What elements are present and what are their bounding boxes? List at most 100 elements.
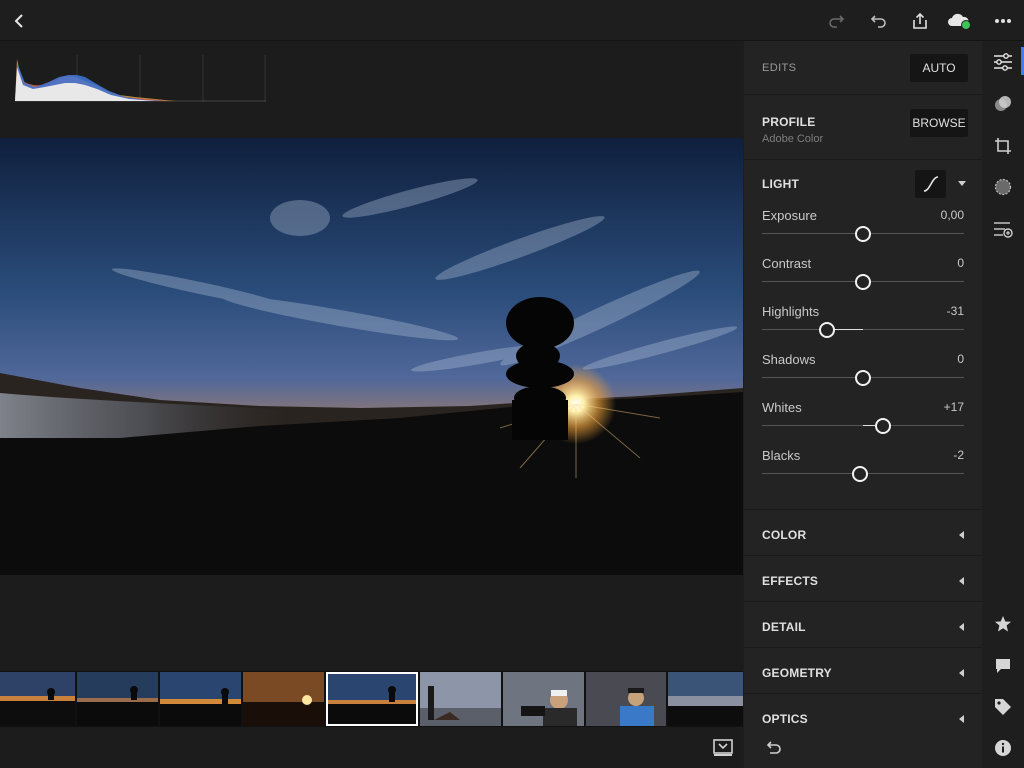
keywords-button[interactable] bbox=[993, 697, 1013, 717]
section-detail-title: DETAIL bbox=[762, 620, 806, 634]
section-detail[interactable]: DETAIL bbox=[744, 602, 982, 648]
section-effects[interactable]: EFFECTS bbox=[744, 556, 982, 602]
collapse-arrow-icon bbox=[959, 577, 964, 585]
more-button[interactable] bbox=[990, 8, 1016, 34]
collapse-arrow-icon bbox=[959, 531, 964, 539]
slider-value: +17 bbox=[943, 400, 964, 414]
slider-knob[interactable] bbox=[819, 322, 835, 338]
thumbnail-selected[interactable] bbox=[326, 672, 418, 726]
thumbnail[interactable] bbox=[586, 672, 666, 726]
slider-value: -2 bbox=[953, 448, 964, 462]
slider-label: Whites bbox=[762, 400, 802, 415]
slider-knob[interactable] bbox=[855, 226, 871, 242]
reset-icon[interactable] bbox=[764, 741, 782, 755]
slider-value: 0 bbox=[957, 352, 964, 366]
undo-icon bbox=[870, 15, 886, 28]
rating-button[interactable] bbox=[993, 614, 1013, 634]
collapse-arrow-icon bbox=[959, 715, 964, 723]
slider-value: 0,00 bbox=[940, 208, 964, 222]
slider-track[interactable] bbox=[762, 329, 964, 330]
cloud-sync-icon bbox=[948, 13, 971, 30]
redo-button[interactable] bbox=[824, 8, 850, 34]
slider-shadows[interactable]: Shadows 0 bbox=[762, 352, 964, 386]
thumbnail[interactable] bbox=[77, 672, 158, 726]
cloud-sync-button[interactable] bbox=[946, 8, 972, 34]
light-expand-icon[interactable] bbox=[958, 181, 966, 186]
thumbnail[interactable] bbox=[503, 672, 584, 726]
profile-value: Adobe Color bbox=[762, 133, 824, 145]
slider-value: -31 bbox=[946, 304, 964, 318]
profile-row[interactable]: PROFILE Adobe Color BROWSE bbox=[744, 95, 982, 160]
comments-button[interactable] bbox=[993, 656, 1013, 676]
info-icon bbox=[995, 740, 1011, 756]
slider-knob[interactable] bbox=[852, 466, 868, 482]
redo-icon bbox=[829, 15, 845, 28]
healing-icon bbox=[994, 222, 1013, 238]
slider-label: Exposure bbox=[762, 208, 817, 223]
edit-tool-button[interactable] bbox=[993, 52, 1013, 72]
tone-curve-button[interactable] bbox=[915, 170, 946, 198]
histogram bbox=[15, 55, 266, 102]
top-toolbar bbox=[0, 0, 1024, 41]
back-button[interactable] bbox=[6, 8, 32, 34]
browse-button[interactable]: BROWSE bbox=[910, 109, 968, 137]
work-area bbox=[0, 41, 743, 768]
thumbnail[interactable] bbox=[420, 672, 501, 726]
share-icon bbox=[913, 12, 927, 29]
thumbnail[interactable] bbox=[160, 672, 241, 726]
auto-button[interactable]: AUTO bbox=[910, 54, 968, 82]
edits-label: EDITS bbox=[762, 62, 797, 74]
thumbnail[interactable] bbox=[0, 672, 75, 726]
slider-label: Blacks bbox=[762, 448, 801, 463]
slider-blacks[interactable]: Blacks -2 bbox=[762, 448, 964, 482]
sliders-icon bbox=[994, 53, 1012, 71]
curve-icon bbox=[923, 176, 938, 192]
section-color-title: COLOR bbox=[762, 528, 807, 542]
edit-panel: EDITS AUTO PROFILE Adobe Color BROWSE LI… bbox=[744, 41, 982, 768]
thumbnail[interactable] bbox=[668, 672, 743, 726]
slider-highlights[interactable]: Highlights -31 bbox=[762, 304, 964, 338]
profile-title: PROFILE bbox=[762, 115, 816, 129]
info-button[interactable] bbox=[993, 738, 1013, 758]
lightroom-app: EDITS AUTO PROFILE Adobe Color BROWSE LI… bbox=[0, 0, 1024, 768]
slider-exposure[interactable]: Exposure 0,00 bbox=[762, 208, 964, 242]
slider-knob[interactable] bbox=[855, 274, 871, 290]
star-icon bbox=[995, 616, 1011, 632]
thumbnail[interactable] bbox=[243, 672, 324, 726]
tool-rail bbox=[982, 41, 1024, 768]
main-photo[interactable] bbox=[0, 138, 743, 575]
slider-contrast[interactable]: Contrast 0 bbox=[762, 256, 964, 290]
slider-label: Contrast bbox=[762, 256, 812, 271]
crop-tool-button[interactable] bbox=[993, 136, 1013, 156]
slider-knob[interactable] bbox=[855, 370, 871, 386]
slider-knob[interactable] bbox=[875, 418, 891, 434]
slider-whites[interactable]: Whites +17 bbox=[762, 400, 964, 434]
presets-icon bbox=[995, 96, 1011, 111]
slider-label: Highlights bbox=[762, 304, 820, 319]
slider-label: Shadows bbox=[762, 352, 816, 367]
section-color[interactable]: COLOR bbox=[744, 510, 982, 556]
slider-value: 0 bbox=[957, 256, 964, 270]
section-optics-title: OPTICS bbox=[762, 712, 808, 726]
light-title[interactable]: LIGHT bbox=[762, 177, 799, 191]
section-optics[interactable]: OPTICS bbox=[744, 694, 982, 740]
presets-tool-button[interactable] bbox=[993, 94, 1013, 114]
section-geometry-title: GEOMETRY bbox=[762, 666, 832, 680]
healing-tool-button[interactable] bbox=[993, 219, 1013, 239]
selective-icon bbox=[994, 178, 1012, 196]
collapse-arrow-icon bbox=[959, 669, 964, 677]
light-section: LIGHT Exposure 0,00 Contrast 0 Highlights -31… bbox=[744, 160, 982, 510]
undo-button[interactable] bbox=[865, 8, 891, 34]
section-effects-title: EFFECTS bbox=[762, 574, 819, 588]
tag-icon bbox=[995, 699, 1011, 715]
more-icon bbox=[995, 19, 1011, 23]
selective-tool-button[interactable] bbox=[993, 177, 1013, 197]
chevron-left-icon bbox=[14, 14, 23, 28]
edits-header: EDITS AUTO bbox=[744, 41, 982, 95]
crop-icon bbox=[995, 138, 1011, 154]
comment-icon bbox=[996, 659, 1010, 673]
filmstrip-toggle-icon[interactable] bbox=[713, 739, 733, 757]
section-geometry[interactable]: GEOMETRY bbox=[744, 648, 982, 694]
share-button[interactable] bbox=[907, 8, 933, 34]
collapse-arrow-icon bbox=[959, 623, 964, 631]
